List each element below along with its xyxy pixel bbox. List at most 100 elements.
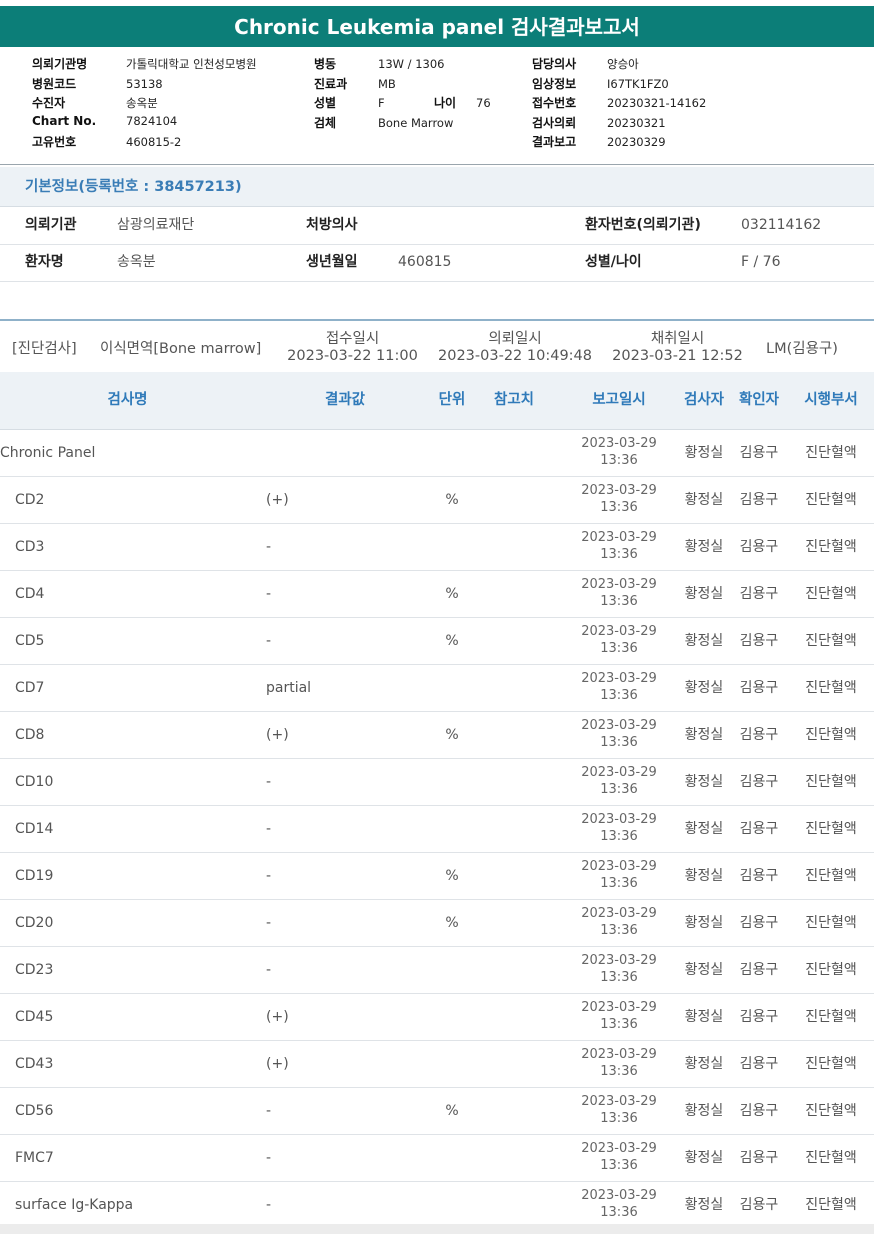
- confirmer-name: 김용구: [739, 1150, 779, 1166]
- tester-name: 황정실: [684, 586, 724, 602]
- header-row: 진료과 MB: [314, 75, 491, 95]
- header-label: 검사의뢰: [532, 115, 577, 130]
- table-row: CD43 (+) 2023-03-29 13:36 황정실 김용구 진단혈액: [0, 1041, 874, 1088]
- test-name: CD4: [15, 586, 45, 602]
- confirmer-name: 김용구: [739, 915, 779, 931]
- header-value: 20230329: [607, 135, 666, 149]
- test-name: CD7: [15, 680, 45, 696]
- department-name: 진단혈액: [805, 1197, 857, 1213]
- header-value: MB: [378, 76, 396, 91]
- test-name: CD5: [15, 633, 45, 649]
- diagnostic-test-info: [진단검사] 이식면역[Bone marrow] 접수일시 2023-03-22…: [0, 321, 874, 371]
- confirmer-name: 김용구: [739, 1197, 779, 1213]
- basic-info-row-1: 의뢰기관 삼광의료재단 처방의사 환자번호(의뢰기관) 032114162: [0, 207, 874, 245]
- department-name: 진단혈액: [805, 962, 857, 978]
- header-column-2: 병동 13W / 1306 진료과 MB 성별 F 나이 76 검체 Bone Marrow: [314, 55, 491, 133]
- table-row: surface Ig-Kappa - 2023-03-29 13:36 황정실 김용구 진단…: [0, 1182, 874, 1229]
- report-datetime: 2023-03-29 13:36: [570, 952, 668, 986]
- confirmer-name: 김용구: [739, 680, 779, 696]
- report-time: 13:36: [600, 453, 638, 468]
- header-label: 병원코드: [32, 76, 77, 91]
- page-bottom-strip: [0, 1224, 874, 1234]
- header-row: 임상정보 I67TK1FZ0: [532, 75, 706, 95]
- institution-label: 의뢰기관: [25, 217, 77, 233]
- department-name: 진단혈액: [805, 633, 857, 649]
- header-label: 진료과: [314, 76, 348, 91]
- report-date: 2023-03-29: [581, 483, 657, 498]
- result-value: (+): [266, 727, 289, 743]
- confirmer-name: 김용구: [739, 1056, 779, 1072]
- tester-name: 황정실: [684, 1103, 724, 1119]
- unit-value: %: [445, 915, 459, 931]
- report-date: 2023-03-29: [581, 1000, 657, 1015]
- report-time: 13:36: [600, 782, 638, 797]
- report-time: 13:36: [600, 1158, 638, 1173]
- result-value: -: [266, 1197, 272, 1213]
- department-name: 진단혈액: [805, 774, 857, 790]
- header-column-3: 담당의사 양승아 임상정보 I67TK1FZ0 접수번호 20230321-14162…: [532, 55, 706, 153]
- report-datetime: 2023-03-29 13:36: [570, 529, 668, 563]
- report-datetime: 2023-03-29 13:36: [570, 999, 668, 1033]
- received-label: 접수일시: [325, 331, 380, 347]
- col-header-unit: 단위: [438, 392, 466, 408]
- result-value: -: [266, 633, 272, 649]
- report-title: Chronic Leukemia panel 검사결과보고서: [0, 6, 874, 47]
- header-column-1: 의뢰기관명 가톨릭대학교 인천성모병원 병원코드 53138 수진자 송옥분 Char…: [32, 55, 257, 153]
- col-header-confirmer: 확인자: [738, 392, 780, 408]
- table-row: CD3 - 2023-03-29 13:36 황정실 김용구 진단혈액: [0, 524, 874, 571]
- report-date: 2023-03-29: [581, 624, 657, 639]
- report-time: 13:36: [600, 500, 638, 515]
- report-date: 2023-03-29: [581, 577, 657, 592]
- tester-name: 황정실: [684, 1150, 724, 1166]
- confirmer-name: 김용구: [739, 445, 779, 461]
- report-datetime: 2023-03-29 13:36: [570, 435, 668, 469]
- table-row: CD4 -% 2023-03-29 13:36 황정실 김용구 진단혈액: [0, 571, 874, 618]
- table-row: CD14 - 2023-03-29 13:36 황정실 김용구 진단혈액: [0, 806, 874, 853]
- report-time: 13:36: [600, 970, 638, 985]
- dob-value: 460815: [398, 254, 452, 270]
- header-value: 송옥분: [126, 96, 158, 110]
- report-datetime: 2023-03-29 13:36: [570, 764, 668, 798]
- report-time: 13:36: [600, 1205, 638, 1220]
- header-row: 수진자 송옥분: [32, 94, 257, 114]
- report-time: 13:36: [600, 688, 638, 703]
- header-value: 양승아: [607, 57, 639, 71]
- doctor-label: 처방의사: [306, 217, 358, 233]
- tester-name: 황정실: [684, 962, 724, 978]
- result-value: -: [266, 868, 272, 884]
- requested-label: 의뢰일시: [488, 331, 542, 347]
- header-row: 접수번호 20230321-14162: [532, 94, 706, 114]
- header-label: 검체: [314, 115, 337, 130]
- header-row: 검사의뢰 20230321: [532, 114, 706, 134]
- header-row: 담당의사 양승아: [532, 55, 706, 75]
- test-name: CD23: [15, 962, 54, 978]
- sex-age-value: F / 76: [741, 254, 781, 270]
- unit-value: %: [445, 633, 459, 649]
- table-row: CD45 (+) 2023-03-29 13:36 황정실 김용구 진단혈액: [0, 994, 874, 1041]
- header-value: Bone Marrow: [378, 115, 454, 130]
- confirmer-name: 김용구: [739, 1009, 779, 1025]
- confirmer-name: 김용구: [739, 727, 779, 743]
- header-label: 수진자: [32, 96, 66, 110]
- tester-name: 황정실: [684, 727, 724, 743]
- report-datetime: 2023-03-29 13:36: [570, 1093, 668, 1127]
- report-date: 2023-03-29: [581, 530, 657, 545]
- report-time: 13:36: [600, 594, 638, 609]
- header-row: 의뢰기관명 가톨릭대학교 인천성모병원: [32, 55, 257, 75]
- confirmer-name: 김용구: [739, 774, 779, 790]
- report-date: 2023-03-29: [581, 906, 657, 921]
- result-value: -: [266, 539, 272, 555]
- result-value: -: [266, 915, 272, 931]
- report-datetime: 2023-03-29 13:36: [570, 811, 668, 845]
- basic-info-title: 기본정보(등록번호 : 38457213): [25, 179, 242, 195]
- report-datetime: 2023-03-29 13:36: [570, 905, 668, 939]
- department-name: 진단혈액: [805, 915, 857, 931]
- header-row: 고유번호 460815-2: [32, 133, 257, 153]
- table-row: CD5 -% 2023-03-29 13:36 황정실 김용구 진단혈액: [0, 618, 874, 665]
- test-name: CD2: [15, 492, 45, 508]
- header-label: 성별: [314, 96, 337, 110]
- age-label: 나이: [434, 96, 457, 110]
- test-name: CD56: [15, 1103, 54, 1119]
- table-row: CD10 - 2023-03-29 13:36 황정실 김용구 진단혈액: [0, 759, 874, 806]
- unit-value: %: [445, 1103, 459, 1119]
